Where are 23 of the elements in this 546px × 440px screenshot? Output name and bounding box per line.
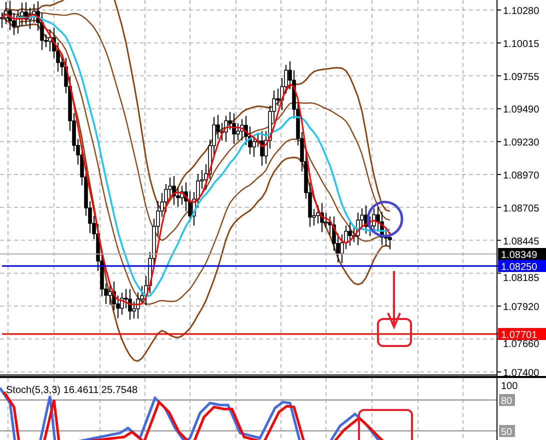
axis-label: 100 [501, 381, 518, 392]
price-axis-label: 1.09230 [503, 138, 540, 149]
price-axis-label: 1.10280 [503, 6, 540, 17]
down-arrow-annotation [387, 271, 401, 330]
price-axis-label: 1.10015 [503, 38, 540, 50]
price-axis-label: 1.08705 [503, 203, 540, 214]
price-axis-label: 1.07400 [503, 368, 540, 376]
price-axis-label: 1.07920 [503, 302, 540, 314]
price-axis-label: 1.08185 [503, 273, 540, 284]
price-axis-label: 1.08970 [503, 170, 540, 182]
price-axis-label: 1.07660 [503, 339, 540, 350]
price-tag: 1.08349 [498, 248, 546, 261]
box-annotation [358, 409, 413, 440]
price-axis-label: 1.09755 [503, 72, 540, 83]
price-axis-label: 1.09490 [503, 104, 540, 116]
price-tag: 1.08250 [498, 260, 546, 273]
circle-annotation [366, 200, 404, 238]
indicator-title: Stoch(5,3,3) 16.4611 25.7548 [6, 385, 138, 396]
box-annotation [377, 318, 412, 347]
price-axis-label: 1.08445 [503, 236, 540, 248]
level-label: 50 [499, 425, 515, 438]
price-tag: 1.07701 [498, 328, 546, 341]
level-label: 80 [499, 394, 515, 407]
